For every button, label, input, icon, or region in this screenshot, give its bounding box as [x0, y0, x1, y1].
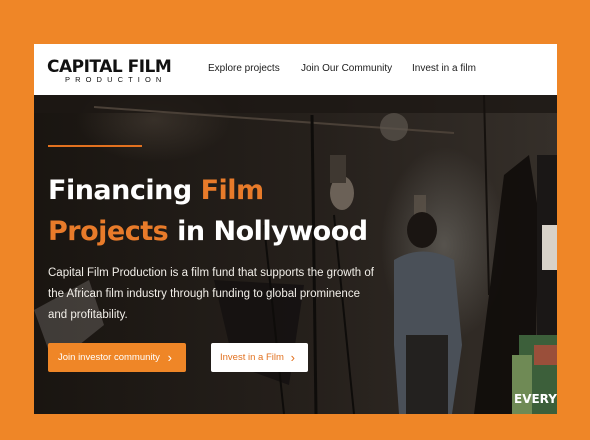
invest-in-film-button[interactable]: Invest in a Film › [211, 343, 308, 372]
logo-subtitle: PRODUCTION [65, 75, 167, 84]
nav-invest-film[interactable]: Invest in a film [412, 63, 476, 74]
nav-join-community[interactable]: Join Our Community [301, 63, 392, 74]
logo-title: CAPITAL FILM [47, 57, 172, 77]
nav-explore-projects[interactable]: Explore projects [208, 63, 280, 74]
chevron-right-icon: › [167, 350, 172, 365]
hero-description: Capital Film Production is a film fund t… [48, 267, 374, 321]
accent-divider [48, 145, 142, 147]
chevron-right-icon: › [290, 350, 295, 365]
hero-section: EVERYTH Financing Film Projects in Nolly… [34, 95, 557, 414]
join-investor-community-label: Join investor community [58, 352, 160, 363]
brand-logo[interactable]: CAPITAL FILM PRODUCTION [47, 57, 181, 84]
title-highlight-projects: Projects [48, 216, 169, 247]
join-investor-community-button[interactable]: Join investor community › [48, 343, 186, 372]
invest-in-film-label: Invest in a Film [220, 352, 284, 363]
poster-text: EVERYTH [514, 392, 557, 406]
title-part-4: in Nollywood [168, 216, 368, 247]
browser-viewport: CAPITAL FILM PRODUCTION Explore projects… [34, 44, 557, 414]
title-highlight-film: Film [200, 175, 265, 206]
hero-title: Financing Film Projects in Nollywood [48, 170, 408, 252]
title-part-1: Financing [48, 175, 201, 206]
top-navbar: CAPITAL FILM PRODUCTION Explore projects… [34, 44, 557, 95]
